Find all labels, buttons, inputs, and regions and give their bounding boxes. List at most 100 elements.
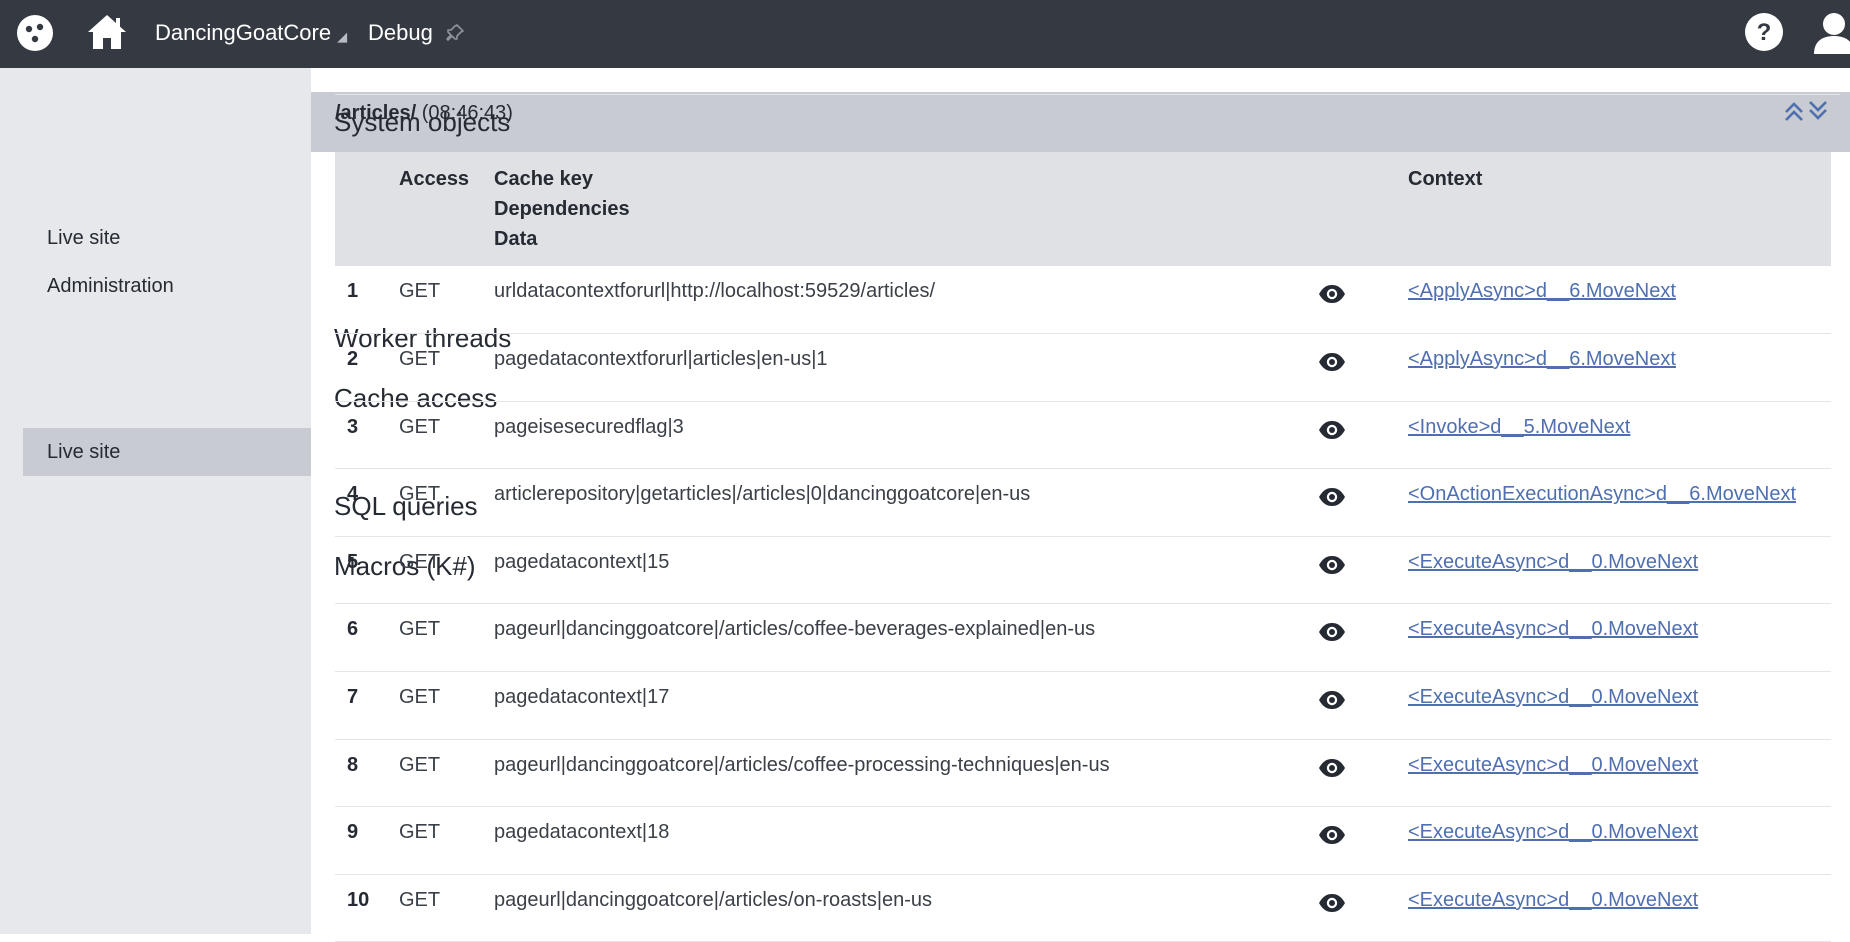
collapse-all-icon[interactable] <box>1783 98 1805 124</box>
sidebar-item-cache-access-live-site[interactable]: Live site <box>23 428 311 476</box>
row-access: GET <box>399 333 494 402</box>
table-row: 10 GET pageurl|dancinggoatcore|/articles… <box>335 874 1831 942</box>
row-access: GET <box>399 874 494 942</box>
table-row: 1 GET urldatacontextforurl|http://localh… <box>335 266 1831 335</box>
row-view-cell <box>1318 468 1408 537</box>
row-number: 3 <box>335 401 399 470</box>
sidebar: System objects Cache items Live site Adm… <box>0 68 1850 934</box>
context-link[interactable]: <ExecuteAsync>d__0.MoveNext <box>1408 889 1698 911</box>
row-number: 4 <box>335 468 399 537</box>
site-name-label: DancingGoatCore <box>155 20 332 45</box>
row-number: 1 <box>335 266 399 335</box>
row-context: <ExecuteAsync>d__0.MoveNext <box>1408 874 1831 942</box>
row-context: <ApplyAsync>d__6.MoveNext <box>1408 266 1831 335</box>
main-content: /articles/ (08:46:43) Access Cache key D… <box>311 68 1850 942</box>
row-number: 10 <box>335 874 399 942</box>
application-title: Debug <box>368 20 465 46</box>
table-row: 3 GET pageisesecuredflag|3 <Invoke>d__5.… <box>335 401 1831 470</box>
eye-icon[interactable] <box>1318 487 1346 507</box>
context-link[interactable]: <OnActionExecutionAsync>d__6.MoveNext <box>1408 483 1796 505</box>
sidebar-item-label: Live site <box>47 440 121 463</box>
row-cache-key: pagedatacontext|15 <box>494 536 1318 605</box>
row-cache-key: pageurl|dancinggoatcore|/articles/coffee… <box>494 603 1318 673</box>
table-row: 5 GET pagedatacontext|15 <ExecuteAsync>d… <box>335 536 1831 605</box>
row-cache-key: pagedatacontextforurl|articles|en-us|1 <box>494 333 1318 402</box>
sidebar-item-label: Live site <box>47 226 121 249</box>
row-cache-key: pagedatacontext|17 <box>494 671 1318 740</box>
top-bar: DancingGoatCore ◢ Debug ? <box>0 0 1850 68</box>
context-link[interactable]: <ExecuteAsync>d__0.MoveNext <box>1408 686 1698 708</box>
row-access: GET <box>399 806 494 875</box>
row-context: <ExecuteAsync>d__0.MoveNext <box>1408 603 1831 673</box>
row-context: <ExecuteAsync>d__0.MoveNext <box>1408 671 1831 740</box>
row-view-cell <box>1318 874 1408 942</box>
row-cache-key: pageurl|dancinggoatcore|/articles/coffee… <box>494 739 1318 808</box>
row-context: <ExecuteAsync>d__0.MoveNext <box>1408 806 1831 875</box>
row-number: 2 <box>335 333 399 402</box>
eye-icon[interactable] <box>1318 555 1346 575</box>
row-context: <ExecuteAsync>d__0.MoveNext <box>1408 536 1831 605</box>
eye-icon[interactable] <box>1318 758 1346 778</box>
table-row: 4 GET articlerepository|getarticles|/art… <box>335 468 1831 537</box>
site-selector[interactable]: DancingGoatCore ◢ <box>155 20 347 46</box>
context-link[interactable]: <ExecuteAsync>d__0.MoveNext <box>1408 551 1698 573</box>
eye-icon[interactable] <box>1318 825 1346 845</box>
pin-icon[interactable] <box>445 23 465 43</box>
request-path: /articles/ <box>335 102 417 124</box>
row-context: <Invoke>d__5.MoveNext <box>1408 401 1831 470</box>
context-link[interactable]: <ExecuteAsync>d__0.MoveNext <box>1408 754 1698 776</box>
table-row: 8 GET pageurl|dancinggoatcore|/articles/… <box>335 739 1831 808</box>
expand-all-icon[interactable] <box>1807 98 1829 124</box>
request-title: /articles/ (08:46:43) <box>335 102 513 125</box>
eye-icon[interactable] <box>1318 420 1346 440</box>
row-view-cell <box>1318 536 1408 605</box>
sidebar-item-cache-items-live-site[interactable]: Live site <box>0 214 311 262</box>
header-cache-key: Cache key Dependencies Data <box>494 152 1318 266</box>
row-number: 5 <box>335 536 399 605</box>
context-link[interactable]: <Invoke>d__5.MoveNext <box>1408 416 1630 438</box>
svg-text:?: ? <box>1757 19 1772 46</box>
row-cache-key: pageurl|dancinggoatcore|/articles/on-roa… <box>494 874 1318 942</box>
row-cache-key: pagedatacontext|18 <box>494 806 1318 875</box>
row-view-cell <box>1318 806 1408 875</box>
row-number: 6 <box>335 603 399 673</box>
context-link[interactable]: <ApplyAsync>d__6.MoveNext <box>1408 348 1676 370</box>
context-link[interactable]: <ExecuteAsync>d__0.MoveNext <box>1408 618 1698 640</box>
sidebar-item-administration[interactable]: Administration <box>0 262 311 310</box>
row-context: <OnActionExecutionAsync>d__6.MoveNext <box>1408 468 1831 537</box>
eye-icon[interactable] <box>1318 690 1346 710</box>
user-icon[interactable] <box>1812 10 1850 56</box>
eye-icon[interactable] <box>1318 284 1346 304</box>
eye-icon[interactable] <box>1318 352 1346 372</box>
cache-access-table: Access Cache key Dependencies Data Conte… <box>335 152 1831 942</box>
row-view-cell <box>1318 603 1408 673</box>
context-link[interactable]: <ExecuteAsync>d__0.MoveNext <box>1408 821 1698 843</box>
header-cache-key-label: Cache key <box>494 168 593 190</box>
request-time: (08:46:43) <box>421 102 513 124</box>
row-context: <ExecuteAsync>d__0.MoveNext <box>1408 739 1831 808</box>
header-number <box>335 152 399 266</box>
row-access: GET <box>399 739 494 808</box>
row-view-cell <box>1318 333 1408 402</box>
help-icon[interactable]: ? <box>1744 12 1784 52</box>
kentico-logo-icon[interactable] <box>16 14 54 52</box>
table-row: 9 GET pagedatacontext|18 <ExecuteAsync>d… <box>335 806 1831 875</box>
row-access: GET <box>399 536 494 605</box>
row-number: 9 <box>335 806 399 875</box>
eye-icon[interactable] <box>1318 622 1346 642</box>
row-number: 7 <box>335 671 399 740</box>
header-context: Context <box>1408 168 1483 190</box>
table-row: 2 GET pagedatacontextforurl|articles|en-… <box>335 333 1831 402</box>
row-context: <ApplyAsync>d__6.MoveNext <box>1408 333 1831 402</box>
row-access: GET <box>399 671 494 740</box>
row-view-cell <box>1318 739 1408 808</box>
row-number: 8 <box>335 739 399 808</box>
table-header-row: Access Cache key Dependencies Data Conte… <box>335 152 1831 266</box>
table-row: 7 GET pagedatacontext|17 <ExecuteAsync>d… <box>335 671 1831 740</box>
context-link[interactable]: <ApplyAsync>d__6.MoveNext <box>1408 280 1676 302</box>
expand-collapse-controls <box>1783 98 1829 124</box>
home-icon[interactable] <box>86 12 128 52</box>
row-access: GET <box>399 468 494 537</box>
eye-icon[interactable] <box>1318 893 1346 913</box>
caret-down-icon: ◢ <box>337 29 348 44</box>
